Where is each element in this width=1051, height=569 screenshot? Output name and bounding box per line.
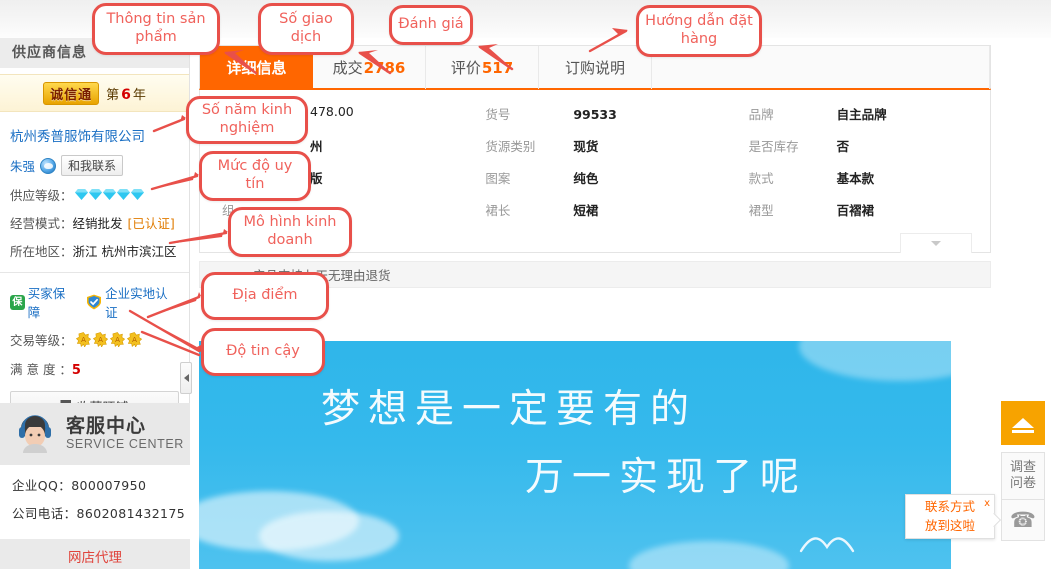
page-root: 供应商信息 诚信通 第6年 杭州秀普服饰有限公司 朱强 和我联系 供应等级： 经… [0, 0, 1051, 569]
annotation-order-guide: Hướng dẫn đặt hàng [636, 5, 762, 57]
annotation-credibility: Mức độ uy tín [199, 151, 311, 201]
annotation-trust-level: Độ tin cậy [201, 328, 325, 376]
annotation-arrows [0, 0, 1051, 569]
annotation-years-exp: Số năm kinh nghiệm [186, 96, 308, 144]
annotation-transactions: Số giao dịch [258, 3, 354, 55]
annotation-rating: Đánh giá [389, 5, 473, 45]
annotation-business-model: Mô hình kinh doanh [228, 207, 352, 257]
annotation-location: Địa điểm [201, 272, 329, 320]
annotation-product-info: Thông tin sản phẩm [92, 3, 220, 55]
